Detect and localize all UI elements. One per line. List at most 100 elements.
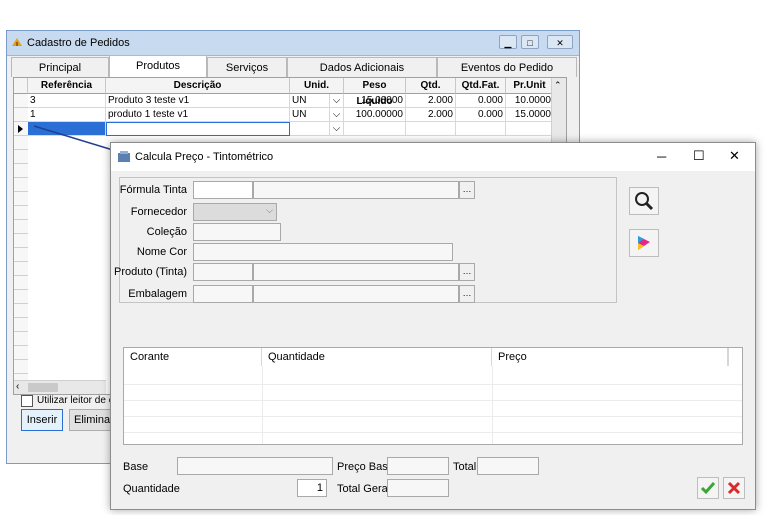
row-header[interactable]: [14, 206, 28, 220]
col-quantidade[interactable]: Quantidade: [262, 348, 492, 366]
current-row-indicator[interactable]: [14, 122, 28, 136]
unid-dropdown-icon[interactable]: ⌵: [330, 108, 344, 122]
chevron-down-icon: ⌵: [266, 205, 273, 215]
scroll-up-icon[interactable]: ⌃: [554, 80, 562, 91]
cell-qtdfat-new[interactable]: [456, 122, 506, 136]
cell-peso[interactable]: 15.00000: [344, 94, 406, 108]
cell-unid[interactable]: UN: [290, 108, 330, 122]
scroll-left-icon[interactable]: ‹: [16, 381, 19, 392]
row-header[interactable]: [14, 360, 28, 374]
tab-eventos-pedido[interactable]: Eventos do Pedido: [437, 57, 577, 77]
embalagem-label: Embalagem: [128, 288, 187, 300]
scroll-thumb[interactable]: [28, 383, 58, 392]
check-icon: [700, 482, 716, 495]
confirm-button[interactable]: [697, 477, 719, 499]
row-header[interactable]: [14, 262, 28, 276]
quantidade-label: Quantidade: [123, 483, 180, 495]
col-pr-unit[interactable]: Pr.Unit: [506, 78, 554, 94]
col-preco[interactable]: Preço: [492, 348, 728, 366]
embalagem-lookup-button[interactable]: …: [459, 285, 475, 303]
row-header[interactable]: [14, 346, 28, 360]
row-header[interactable]: [14, 136, 28, 150]
base-field[interactable]: [177, 457, 333, 475]
row-header[interactable]: [14, 234, 28, 248]
unid-dropdown-icon[interactable]: ⌵: [330, 94, 344, 108]
colecao-field[interactable]: [193, 223, 281, 241]
cell-ref[interactable]: 3: [28, 94, 106, 108]
cell-prunit[interactable]: 10.0000: [506, 94, 554, 108]
produto-code-field[interactable]: [193, 263, 253, 281]
minimize-button[interactable]: ▁: [499, 35, 517, 49]
tab-dados-adicionais[interactable]: Dados Adicionais: [287, 57, 437, 77]
nome-cor-field[interactable]: [193, 243, 453, 261]
tab-produtos[interactable]: Produtos: [109, 55, 207, 77]
row-header[interactable]: [14, 94, 28, 108]
cell-desc[interactable]: Produto 3 teste v1: [106, 94, 290, 108]
produto-lookup-button[interactable]: …: [459, 263, 475, 281]
row-header[interactable]: [14, 248, 28, 262]
cell-qtdfat[interactable]: 0.000: [456, 108, 506, 122]
cell-unid-new[interactable]: [290, 122, 330, 136]
col-corante[interactable]: Corante: [124, 348, 262, 366]
col-unid[interactable]: Unid.: [290, 78, 344, 94]
cell-peso-new[interactable]: [344, 122, 406, 136]
search-button[interactable]: [629, 187, 659, 215]
formula-code-field[interactable]: [193, 181, 253, 199]
quantidade-field[interactable]: 1: [297, 479, 327, 497]
horizontal-scrollbar[interactable]: ‹: [14, 380, 106, 394]
row-header[interactable]: [14, 318, 28, 332]
col-qtd-fat[interactable]: Qtd.Fat.: [456, 78, 506, 94]
color-button[interactable]: [629, 229, 659, 257]
cancel-button[interactable]: [723, 477, 745, 499]
window-title: Cadastro de Pedidos: [27, 37, 130, 49]
row-header[interactable]: [14, 108, 28, 122]
color-palette-icon: [638, 236, 650, 250]
total-field[interactable]: [477, 457, 539, 475]
embalagem-code-field[interactable]: [193, 285, 253, 303]
formula-lookup-button[interactable]: …: [459, 181, 475, 199]
cell-qtd[interactable]: 2.000: [406, 108, 456, 122]
close-button[interactable]: ✕: [547, 35, 573, 49]
unid-dropdown-icon[interactable]: ⌵: [330, 122, 344, 136]
row-header[interactable]: [14, 290, 28, 304]
tab-principal[interactable]: Principal: [11, 57, 109, 77]
tab-servicos[interactable]: Serviços: [207, 57, 287, 77]
col-descricao[interactable]: Descrição: [106, 78, 290, 94]
insert-button[interactable]: Inserir: [21, 409, 63, 431]
col-referencia[interactable]: Referência: [28, 78, 106, 94]
embalagem-name-field[interactable]: [253, 285, 459, 303]
cell-prunit-new[interactable]: [506, 122, 554, 136]
total-geral-field[interactable]: [387, 479, 449, 497]
row-header[interactable]: [14, 178, 28, 192]
produto-name-field[interactable]: [253, 263, 459, 281]
formula-name-field[interactable]: [253, 181, 459, 199]
preco-base-field[interactable]: [387, 457, 449, 475]
row-header[interactable]: [14, 332, 28, 346]
barcode-reader-checkbox[interactable]: [21, 395, 33, 407]
row-header[interactable]: [14, 150, 28, 164]
cell-peso[interactable]: 100.00000: [344, 108, 406, 122]
corante-table[interactable]: Corante Quantidade Preço: [123, 347, 743, 445]
cell-qtd-new[interactable]: [406, 122, 456, 136]
dialog-title-bar[interactable]: Calcula Preço - Tintométrico ─ ☐ ✕: [111, 143, 755, 171]
cell-qtdfat[interactable]: 0.000: [456, 94, 506, 108]
cell-unid[interactable]: UN: [290, 94, 330, 108]
maximize-icon[interactable]: ☐: [693, 148, 705, 164]
col-qtd[interactable]: Qtd.: [406, 78, 456, 94]
cell-prunit[interactable]: 15.0000: [506, 108, 554, 122]
x-icon: [727, 481, 741, 495]
colecao-label: Coleção: [146, 226, 187, 238]
row-header[interactable]: [14, 304, 28, 318]
minimize-icon[interactable]: ─: [657, 149, 666, 164]
row-header[interactable]: [14, 192, 28, 206]
col-peso-liquido[interactable]: Peso Liquido: [344, 78, 406, 107]
title-bar[interactable]: Cadastro de Pedidos ▁ □ ✕: [7, 31, 579, 56]
close-icon[interactable]: ✕: [729, 148, 740, 164]
delete-button[interactable]: Elimina: [69, 409, 115, 431]
row-header[interactable]: [14, 276, 28, 290]
maximize-button[interactable]: □: [521, 35, 539, 49]
cell-qtd[interactable]: 2.000: [406, 94, 456, 108]
fornecedor-select[interactable]: ⌵: [193, 203, 277, 221]
row-header[interactable]: [14, 164, 28, 178]
row-header[interactable]: [14, 220, 28, 234]
